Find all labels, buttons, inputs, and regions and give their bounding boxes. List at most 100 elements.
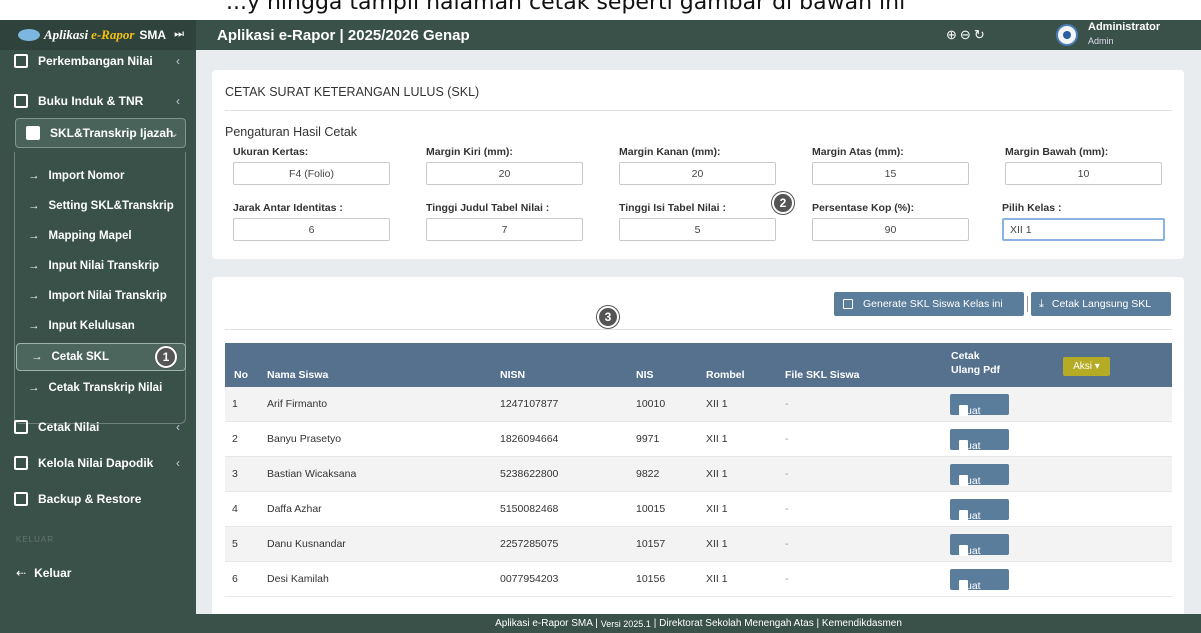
print-skl-button[interactable]: ⤓ Cetak Langsung SKL (1031, 292, 1171, 316)
sidebar-item-label: Cetak Nilai (38, 420, 100, 434)
cell-no: 1 (232, 398, 238, 410)
logout-icon: ⇠ (16, 566, 27, 580)
paper-size-select[interactable]: F4 (Folio) (233, 162, 390, 185)
cell-nis: 9822 (636, 468, 660, 480)
logout-link[interactable]: ⇠ Keluar (16, 566, 71, 580)
field-label: Margin Bawah (mm): (1005, 146, 1109, 158)
margin-top-input[interactable]: 15 (812, 162, 969, 185)
printer-icon (14, 420, 28, 434)
subitem-label: Import Nilai Transkrip (48, 290, 167, 302)
zoom-in-icon[interactable]: ⊕ (946, 27, 957, 43)
avatar[interactable] (1056, 24, 1078, 46)
kop-percentage-input[interactable]: 90 (812, 218, 969, 241)
arrow-right-icon: → (31, 351, 43, 363)
cell-rombel: XII 1 (706, 573, 728, 585)
sidebar-item-label: Backup & Restore (38, 492, 142, 506)
reset-zoom-icon[interactable]: ↻ (974, 27, 985, 43)
subitem-label: Setting SKL&Transkrip (48, 200, 174, 212)
sidebar-subitem-import-nomor[interactable]: → Import Nomor (14, 162, 186, 190)
arrow-right-icon: → (28, 320, 40, 332)
chevron-left-icon: ‹ (176, 456, 180, 470)
table-header: No Nama Siswa NISN NIS Rombel File SKL S… (225, 343, 1172, 387)
table-title-height-input[interactable]: 7 (426, 218, 583, 241)
sidebar-subitem-mapping-mapel[interactable]: → Mapping Mapel (14, 222, 186, 250)
generate-skl-button[interactable]: Generate SKL Siswa Kelas ini (834, 292, 1024, 316)
sidebar: Aplikasi e-Rapor SMA ⏭ Perkembangan Nila… (0, 20, 196, 633)
buat-label: Buat (959, 440, 981, 452)
margin-left-input[interactable]: 20 (426, 162, 583, 185)
buat-button[interactable]: Buat (950, 499, 1009, 522)
col-cetak-sub: Ulang Pdf (951, 364, 1000, 376)
card-title: CETAK SURAT KETERANGAN LULUS (SKL) (225, 85, 480, 99)
app-logo-icon (18, 29, 40, 41)
field-label: Margin Kanan (mm): (619, 146, 721, 158)
chart-icon (14, 54, 28, 68)
class-select[interactable]: XII 1 (1002, 218, 1165, 241)
sidebar-item-cetak-nilai[interactable]: Cetak Nilai ‹ (14, 412, 186, 442)
cell-nis: 10156 (636, 573, 666, 585)
field-ukuran-kertas: Ukuran Kertas: F4 (Folio) (233, 146, 390, 185)
cell-nisn: 5150082468 (500, 503, 559, 515)
header-tools: ⊕ ⊖ ↻ (946, 27, 985, 43)
main-content: CETAK SURAT KETERANGAN LULUS (SKL) Penga… (196, 50, 1201, 617)
user-role: Admin (1088, 36, 1114, 46)
sidebar-subitem-input-nilai-transkrip[interactable]: → Input Nilai Transkrip (14, 252, 186, 280)
sidebar-item-perkembangan-nilai[interactable]: Perkembangan Nilai ‹ (14, 46, 186, 76)
top-header: Aplikasi e-Rapor | 2025/2026 Genap ⊕ ⊖ ↻… (196, 20, 1201, 50)
field-margin-kanan: Margin Kanan (mm): 20 (619, 146, 776, 185)
margin-bottom-input[interactable]: 10 (1005, 162, 1162, 185)
table-row: 4 Daffa Azhar 5150082468 10015 XII 1 - B… (225, 492, 1172, 527)
sidebar-item-backup-restore[interactable]: Backup & Restore (14, 484, 186, 514)
cell-nama: Banyu Prasetyo (267, 433, 342, 445)
zoom-out-icon[interactable]: ⊖ (960, 27, 971, 43)
identity-spacing-input[interactable]: 6 (233, 218, 390, 241)
margin-right-input[interactable]: 20 (619, 162, 776, 185)
table-row: 1 Arif Firmanto 1247107877 10010 XII 1 -… (225, 387, 1172, 422)
table-content-height-input[interactable]: 5 (619, 218, 776, 241)
tutorial-caption-text: ...y hingga tampil halaman cetak seperti… (226, 0, 906, 15)
field-tinggi-judul: Tinggi Judul Tabel Nilai : 7 (426, 202, 583, 241)
buat-label: Buat (959, 580, 981, 592)
buat-label: Buat (959, 510, 981, 522)
buat-label: Buat (959, 545, 981, 557)
col-nis: NIS (636, 369, 654, 381)
buat-button[interactable]: Buat (950, 429, 1009, 452)
divider (225, 110, 1172, 111)
col-no: No (234, 369, 248, 381)
field-pilih-kelas: Pilih Kelas : XII 1 (1002, 202, 1165, 241)
database-icon (14, 456, 28, 470)
sidebar-subitem-setting-skl[interactable]: → Setting SKL&Transkrip (14, 192, 186, 220)
sidebar-item-label: Kelola Nilai Dapodik (38, 456, 154, 470)
field-label: Tinggi Judul Tabel Nilai : (426, 202, 550, 214)
aksi-dropdown-button[interactable]: Aksi ▾ (1063, 357, 1110, 376)
buat-button[interactable]: Buat (950, 534, 1009, 557)
cell-nisn: 5238622800 (500, 468, 559, 480)
brand-part1: Aplikasi (44, 27, 89, 42)
buat-button[interactable]: Buat (950, 394, 1009, 417)
col-cetak: Cetak (951, 350, 980, 362)
book-icon (14, 94, 28, 108)
subitem-label: Input Nilai Transkrip (48, 260, 160, 272)
generate-skl-label: Generate SKL Siswa Kelas ini (863, 298, 1003, 310)
sidebar-toggle-icon[interactable]: ⏭ (174, 28, 184, 41)
chevron-left-icon: ‹ (176, 420, 180, 434)
buat-button[interactable]: Buat (950, 464, 1009, 487)
sidebar-item-label: Perkembangan Nilai (38, 54, 153, 68)
chevron-down-icon: ⌄ (168, 126, 179, 140)
sidebar-subitem-cetak-transkrip[interactable]: → Cetak Transkrip Nilai (14, 374, 186, 402)
cell-nama: Daffa Azhar (267, 503, 322, 515)
user-name[interactable]: Administrator (1088, 21, 1160, 33)
col-rombel: Rombel (706, 369, 745, 381)
field-tinggi-isi: Tinggi Isi Tabel Nilai : 5 (619, 202, 776, 241)
sidebar-item-label: Buku Induk & TNR (38, 94, 144, 108)
cell-nisn: 0077954203 (500, 573, 559, 585)
buat-button[interactable]: Buat (950, 569, 1009, 592)
sidebar-item-skl-transkrip[interactable]: SKL&Transkrip Ijazah ⌄ (15, 118, 186, 148)
arrow-right-icon: → (28, 382, 40, 394)
sidebar-item-kelola-dapodik[interactable]: Kelola Nilai Dapodik ‹ (14, 448, 186, 478)
field-label: Tinggi Isi Tabel Nilai : (619, 202, 726, 214)
field-jarak-identitas: Jarak Antar Identitas : 6 (233, 202, 390, 241)
sidebar-subitem-import-nilai-transkrip[interactable]: → Import Nilai Transkrip (14, 282, 186, 310)
sidebar-item-buku-induk[interactable]: Buku Induk & TNR ‹ (14, 86, 186, 116)
sidebar-subitem-input-kelulusan[interactable]: → Input Kelulusan (14, 312, 186, 340)
